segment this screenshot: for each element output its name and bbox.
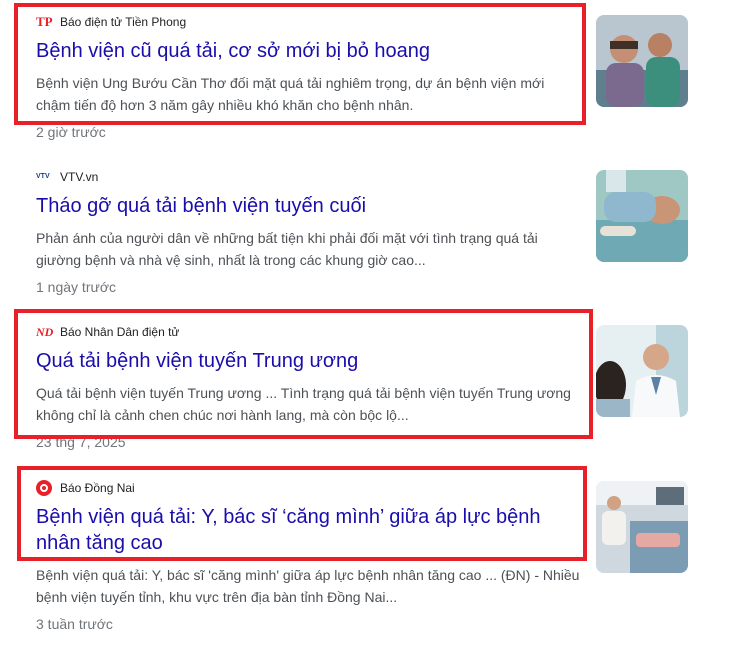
result-title-link[interactable]: Bệnh viện cũ quá tải, cơ sở mới bị bỏ ho…: [36, 38, 581, 64]
result-title-link[interactable]: Tháo gỡ quá tải bệnh viện tuyến cuối: [36, 193, 581, 219]
ward-photo-icon: [596, 481, 688, 573]
news-result: TP Báo điện tử Tiền Phong Bệnh viện cũ q…: [36, 13, 581, 140]
result-source[interactable]: Báo Đồng Nai: [36, 479, 581, 497]
result-snippet: Bệnh viện quá tải: Y, bác sĩ 'căng mình'…: [36, 567, 580, 605]
doctor-photo-icon: [596, 325, 688, 417]
result-source[interactable]: ND Báo Nhân Dân điện tử: [36, 323, 581, 341]
tien-phong-favicon-icon: TP: [36, 14, 53, 29]
result-thumbnail[interactable]: [596, 170, 688, 262]
nhan-dan-favicon-icon: ND: [36, 324, 54, 340]
result-timestamp: 2 giờ trước: [36, 124, 106, 140]
result-snippet: Quá tải bệnh viện tuyến Trung ương ... T…: [36, 385, 571, 423]
vtv-favicon-icon: VTV: [36, 173, 50, 180]
news-result: Báo Đồng Nai Bệnh viện quá tải: Y, bác s…: [36, 479, 581, 632]
news-result: ND Báo Nhân Dân điện tử Quá tải bệnh việ…: [36, 323, 581, 450]
result-source[interactable]: TP Báo điện tử Tiền Phong: [36, 13, 581, 31]
result-thumbnail[interactable]: [596, 15, 688, 107]
result-timestamp: 1 ngày trước: [36, 279, 117, 295]
source-name: VTV.vn: [60, 170, 99, 184]
source-name: Báo Đồng Nai: [60, 481, 135, 495]
source-name: Báo Nhân Dân điện tử: [60, 325, 180, 339]
source-name: Báo điện tử Tiền Phong: [60, 15, 187, 29]
hospital-bed-photo-icon: [596, 170, 688, 262]
result-timestamp: 23 thg 7, 2025: [36, 434, 126, 450]
result-snippet: Phản ánh của người dân về những bất tiện…: [36, 230, 538, 268]
result-thumbnail[interactable]: [596, 481, 688, 573]
result-source[interactable]: VTV VTV.vn: [36, 168, 581, 186]
news-result: VTV VTV.vn Tháo gỡ quá tải bệnh viện tuy…: [36, 168, 581, 295]
result-thumbnail[interactable]: [596, 325, 688, 417]
result-timestamp: 3 tuần trước: [36, 616, 113, 632]
dong-nai-favicon-icon: [36, 480, 52, 496]
result-title-link[interactable]: Quá tải bệnh viện tuyến Trung ương: [36, 348, 581, 374]
result-title-link[interactable]: Bệnh viện quá tải: Y, bác sĩ ‘căng mình’…: [36, 504, 556, 556]
result-snippet: Bệnh viện Ung Bướu Cần Thơ đối mặt quá t…: [36, 75, 545, 113]
patients-photo-icon: [596, 15, 688, 107]
